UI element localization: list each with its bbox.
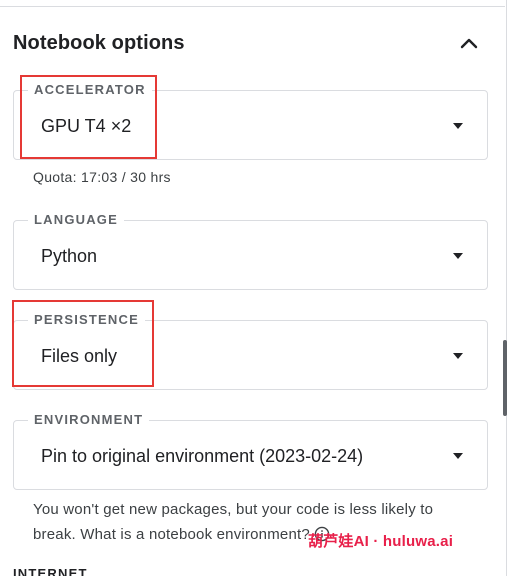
top-divider: [0, 6, 505, 7]
language-value: Python: [41, 246, 98, 266]
accelerator-value: GPU T4 ×2: [41, 116, 132, 136]
persistence-value: Files only: [41, 346, 118, 366]
collapse-button[interactable]: [455, 29, 483, 57]
chevron-up-icon: [460, 38, 478, 49]
language-dropdown-arrow-icon: [453, 253, 463, 259]
panel-title: Notebook options: [13, 31, 185, 54]
accelerator-label: ACCELERATOR: [28, 81, 152, 99]
language-select[interactable]: LANGUAGE Python: [13, 211, 488, 290]
persistence-dropdown-arrow-icon: [453, 353, 463, 359]
internet-section-label: INTERNET: [13, 566, 88, 576]
notebook-options-header[interactable]: Notebook options: [13, 29, 483, 57]
watermark: 葫芦娃AI · huluwa.ai: [308, 533, 454, 550]
persistence-select[interactable]: PERSISTENCE Files only: [13, 311, 488, 390]
environment-dropdown-arrow-icon: [453, 453, 463, 459]
scrollbar-thumb[interactable]: [503, 340, 507, 416]
environment-label: ENVIRONMENT: [28, 411, 150, 429]
accelerator-dropdown-arrow-icon: [453, 123, 463, 129]
environment-value: Pin to original environment (2023-02-24): [41, 446, 364, 466]
environment-select[interactable]: ENVIRONMENT Pin to original environment …: [13, 411, 488, 490]
language-label: LANGUAGE: [28, 211, 124, 229]
accelerator-quota: Quota: 17:03 / 30 hrs: [33, 169, 171, 185]
accelerator-select[interactable]: ACCELERATOR GPU T4 ×2: [13, 81, 488, 160]
persistence-label: PERSISTENCE: [28, 311, 145, 329]
